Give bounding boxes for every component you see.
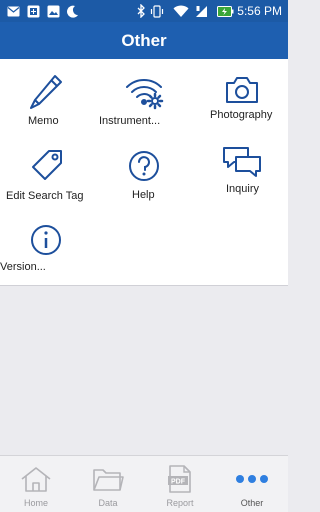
instrument-label: Instrument... [99, 115, 161, 127]
bluetooth-icon [136, 3, 146, 19]
nav-home[interactable]: Home [0, 456, 72, 512]
camera-icon [225, 76, 259, 104]
memo-label: Memo [28, 115, 59, 127]
help-tile[interactable]: Help [96, 148, 192, 218]
more-dots-icon [216, 464, 288, 494]
nav-report-label: Report [166, 498, 194, 508]
moon-icon [66, 3, 80, 19]
memo-tile[interactable]: Memo [0, 73, 96, 143]
edit-search-tag-label: Edit Search Tag [6, 190, 84, 202]
chat-bubbles-icon [222, 145, 264, 179]
photography-tile[interactable]: Photography [192, 73, 288, 143]
header-bar: Other [0, 22, 288, 59]
menu-grid: Memo Instrument... Photography Edit Sear… [0, 59, 288, 286]
nav-other[interactable]: Other [216, 456, 288, 512]
mail-icon [6, 3, 20, 19]
pdf-icon: PDF [144, 464, 216, 494]
nav-data-label: Data [98, 498, 118, 508]
folder-icon [72, 464, 144, 494]
inquiry-tile[interactable]: Inquiry [192, 145, 288, 218]
sim-icon [26, 3, 40, 19]
nav-home-label: Home [23, 498, 48, 508]
wifi-icon [172, 3, 190, 19]
tag-icon [30, 148, 64, 182]
pdf-icon-text: PDF [171, 478, 186, 485]
nav-other-label: Other [240, 498, 264, 508]
help-label: Help [132, 189, 155, 201]
info-icon [30, 224, 62, 256]
edit-search-tag-tile[interactable]: Edit Search Tag [0, 148, 96, 218]
status-time: 5:56 PM [237, 4, 282, 18]
battery-charging-icon [216, 3, 234, 19]
home-icon [0, 464, 72, 494]
instrument-tile[interactable]: Instrument... [96, 73, 192, 143]
status-bar: 5:56 PM [0, 0, 288, 22]
vibrate-icon [150, 3, 164, 19]
photography-label: Photography [210, 109, 273, 121]
version-tile[interactable]: Version... [0, 224, 96, 294]
pencil-icon [28, 73, 64, 111]
nav-report[interactable]: PDF Report [144, 456, 216, 512]
image-icon [46, 3, 60, 19]
question-icon [128, 150, 160, 182]
bottom-nav: Home Data PDF Report Other [0, 455, 288, 512]
signal-icon [194, 3, 208, 19]
page-title: Other [121, 30, 167, 50]
inquiry-label: Inquiry [226, 183, 260, 195]
version-label: Version... [0, 261, 46, 273]
nav-data[interactable]: Data [72, 456, 144, 512]
wifi-gear-icon [124, 75, 166, 111]
